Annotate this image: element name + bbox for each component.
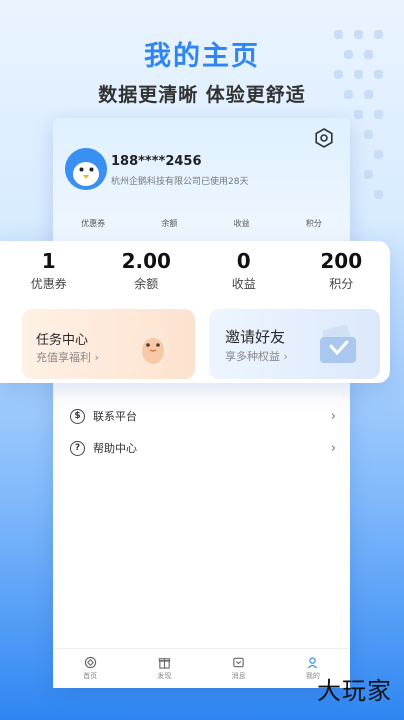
mini-stats-row: 优惠券 余额 收益 积分	[53, 218, 350, 229]
user-phone: 188****2456	[111, 154, 202, 169]
tab-label: 消息	[231, 672, 246, 680]
stat-label: 余额	[134, 277, 159, 291]
stat-value: 0	[236, 249, 251, 273]
gift-icon	[158, 658, 171, 669]
menu-item-help[interactable]: ? 帮助中心 ›	[53, 432, 350, 464]
phone-screen: 188****2456 杭州企鹅科技有限公司已使用28天 优惠券 余额 收益 积…	[53, 118, 350, 688]
tab-home[interactable]: 首页	[53, 649, 127, 688]
menu-item-contact[interactable]: $ 联系平台 ›	[53, 400, 350, 432]
tab-discover[interactable]: 发现	[127, 649, 201, 688]
stat-value: 200	[320, 249, 363, 273]
invite-card-subtitle: 享多种权益 ›	[225, 350, 288, 363]
tab-messages[interactable]: 消息	[202, 649, 276, 688]
task-card-title: 任务中心	[36, 333, 89, 348]
settings-icon[interactable]	[314, 128, 334, 148]
menu-item-label: 帮助中心	[93, 442, 137, 455]
message-icon	[233, 657, 244, 668]
stat-label: 优惠券	[30, 277, 67, 291]
user-icon	[308, 657, 318, 669]
tab-label: 发现	[157, 672, 172, 680]
chevron-right-icon: ›	[330, 408, 336, 424]
link-icon: $	[70, 408, 85, 424]
menu-item-label: 联系平台	[93, 410, 137, 423]
egg-mascot-icon	[137, 326, 169, 368]
mini-stat-label: 优惠券	[81, 219, 106, 228]
stat-value: 2.00	[121, 249, 171, 273]
tab-label: 首页	[83, 672, 98, 680]
chevron-right-icon: ›	[330, 440, 336, 456]
help-icon: ?	[70, 440, 85, 456]
stats-card: 1 优惠券 2.00 余额 0 收益 200 积分 任务中心 充值享福利 › 邀…	[0, 241, 390, 383]
task-card-subtitle: 充值享福利 ›	[36, 351, 99, 364]
mini-stat-label: 余额	[161, 219, 178, 228]
avatar[interactable]	[65, 148, 107, 190]
stat-label: 收益	[231, 277, 256, 291]
task-center-card[interactable]: 任务中心 充值享福利 ›	[22, 309, 195, 379]
mini-stat-label: 积分	[305, 219, 322, 228]
stat-value: 1	[41, 249, 56, 273]
promo-subline: 数据更清晰 体验更舒适	[98, 84, 306, 106]
stat-coupons[interactable]: 1 优惠券	[0, 249, 98, 292]
stat-points[interactable]: 200 积分	[293, 249, 391, 292]
company-usage-text: 杭州企鹅科技有限公司已使用28天	[111, 177, 249, 187]
invite-card-title: 邀请好友	[225, 328, 286, 346]
mini-stat-label: 收益	[233, 219, 250, 228]
stat-balance[interactable]: 2.00 余额	[98, 249, 196, 292]
envelope-icon	[320, 324, 356, 363]
invite-friends-card[interactable]: 邀请好友 享多种权益 ›	[209, 309, 380, 379]
watermark-logo: 大玩家	[317, 677, 392, 705]
menu-list: $ 联系平台 › ? 帮助中心 ›	[53, 400, 350, 464]
promo-headline: 我的主页	[144, 41, 260, 72]
home-icon	[84, 656, 96, 669]
bottom-tab-bar: 首页 发现 消息 我的	[53, 648, 350, 688]
stats-row: 1 优惠券 2.00 余额 0 收益 200 积分	[0, 249, 390, 292]
stat-label: 积分	[329, 277, 354, 291]
stat-earnings[interactable]: 0 收益	[195, 249, 293, 292]
